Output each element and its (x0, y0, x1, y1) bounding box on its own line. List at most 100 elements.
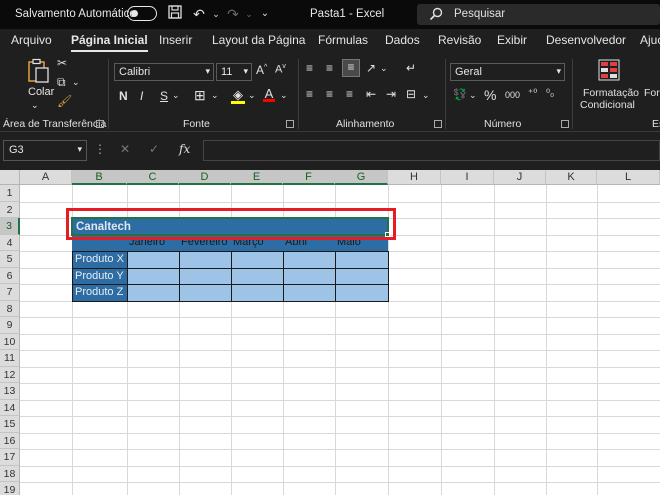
increase-font-icon[interactable]: A^ (256, 63, 267, 77)
table-data-cell[interactable] (179, 284, 232, 302)
row-header-11[interactable]: 11 (0, 350, 20, 367)
cut-icon[interactable]: ✂ (57, 56, 67, 70)
search-box[interactable]: Pesquisar (417, 4, 660, 25)
currency-dropdown-icon[interactable]: ⌄ (469, 90, 477, 101)
row-header-16[interactable]: 16 (0, 432, 20, 449)
tab-pagina-inicial[interactable]: Página Inicial (71, 33, 148, 52)
column-header-b[interactable]: B (72, 170, 127, 185)
fill-color-icon[interactable]: ◈ (231, 87, 245, 104)
orientation-icon[interactable]: ↗ (366, 61, 376, 75)
format-painter-icon[interactable]: 🖌 (57, 94, 72, 108)
column-header-f[interactable]: F (283, 170, 335, 185)
insert-function-button[interactable]: fx (179, 142, 190, 156)
align-bottom-icon[interactable]: ≡ (342, 59, 360, 77)
align-right-icon[interactable]: ≡ (346, 87, 353, 101)
font-size-select[interactable]: 11 ▾ (216, 63, 252, 81)
tab-revisao[interactable]: Revisão (438, 33, 481, 47)
column-header-l[interactable]: L (597, 170, 660, 185)
select-all-corner[interactable] (0, 170, 20, 185)
increase-indent-icon[interactable]: ⇥ (386, 87, 396, 101)
tab-layout-da-pagina[interactable]: Layout da Página (212, 33, 305, 47)
table-data-cell[interactable] (231, 267, 284, 285)
table-row-label[interactable]: Produto Y (72, 267, 128, 285)
number-format-select[interactable]: Geral ▾ (450, 63, 565, 81)
merge-center-icon[interactable]: ⊟ (406, 87, 416, 101)
tab-inserir[interactable]: Inserir (159, 33, 192, 47)
more-options-icon[interactable]: ⋮ (94, 142, 106, 156)
underline-button[interactable]: S (160, 89, 168, 103)
row-header-1[interactable]: 1 (0, 185, 20, 202)
row-header-15[interactable]: 15 (0, 416, 20, 433)
paste-label[interactable]: Colar (28, 86, 54, 98)
tab-ajuda[interactable]: Ajuc (640, 33, 660, 47)
align-left-icon[interactable]: ≡ (306, 87, 313, 101)
column-header-i[interactable]: I (441, 170, 494, 185)
table-data-cell[interactable] (231, 284, 284, 302)
tab-arquivo[interactable]: Arquivo (11, 33, 52, 47)
copy-icon[interactable]: ⧉ (57, 75, 66, 90)
conditional-formatting-label-1[interactable]: Formatação (583, 87, 639, 99)
italic-button[interactable]: I (140, 89, 143, 103)
row-header-12[interactable]: 12 (0, 366, 20, 383)
paste-dropdown-icon[interactable]: ⌄ (31, 100, 39, 111)
underline-dropdown-icon[interactable]: ⌄ (172, 90, 180, 101)
row-header-9[interactable]: 9 (0, 317, 20, 334)
format-as-table-label[interactable]: For (644, 87, 660, 99)
align-top-icon[interactable]: ≡ (306, 61, 313, 75)
table-data-cell[interactable] (127, 267, 180, 285)
paste-icon[interactable] (27, 58, 51, 84)
row-header-17[interactable]: 17 (0, 449, 20, 466)
column-header-j[interactable]: J (494, 170, 546, 185)
table-data-cell[interactable] (231, 251, 284, 269)
undo-dropdown-icon[interactable]: ⌄ (207, 5, 225, 23)
worksheet-grid[interactable]: A B C D E F G H I J K L 1 2 3 4 5 6 7 8 9 10 11 12 13 14 15 16 17 18 1… (0, 170, 660, 495)
table-data-cell[interactable] (127, 284, 180, 302)
decrease-indent-icon[interactable]: ⇤ (366, 87, 376, 101)
table-data-cell[interactable] (283, 267, 336, 285)
table-data-cell[interactable] (283, 284, 336, 302)
row-header-18[interactable]: 18 (0, 465, 20, 482)
row-header-5[interactable]: 5 (0, 251, 20, 268)
cancel-icon[interactable]: ✕ (120, 142, 130, 156)
row-header-3[interactable]: 3 (0, 218, 20, 235)
fill-color-dropdown-icon[interactable]: ⌄ (248, 90, 256, 101)
wrap-text-icon[interactable]: ↵ (406, 61, 416, 75)
autosave-toggle[interactable] (127, 6, 157, 21)
font-launcher-icon[interactable] (286, 120, 294, 128)
table-data-cell[interactable] (179, 267, 232, 285)
table-data-cell[interactable] (127, 251, 180, 269)
row-header-10[interactable]: 10 (0, 333, 20, 350)
merge-dropdown-icon[interactable]: ⌄ (422, 90, 430, 101)
bold-button[interactable]: N (119, 89, 128, 103)
column-header-g[interactable]: G (335, 170, 388, 185)
formula-input[interactable] (203, 140, 660, 161)
row-header-8[interactable]: 8 (0, 300, 20, 317)
borders-icon[interactable]: ⊞ (194, 87, 206, 104)
name-box[interactable]: G3 ▾ (3, 140, 87, 161)
column-header-d[interactable]: D (179, 170, 231, 185)
row-header-13[interactable]: 13 (0, 383, 20, 400)
align-middle-icon[interactable]: ≡ (326, 61, 333, 75)
tab-formulas[interactable]: Fórmulas (318, 33, 368, 47)
row-header-6[interactable]: 6 (0, 267, 20, 284)
orientation-dropdown-icon[interactable]: ⌄ (380, 63, 388, 74)
column-header-c[interactable]: C (127, 170, 179, 185)
decrease-decimal-icon[interactable]: ⁰₀ (546, 88, 554, 99)
table-data-cell[interactable] (335, 267, 389, 285)
table-data-cell[interactable] (179, 251, 232, 269)
clipboard-launcher-icon[interactable] (96, 120, 104, 128)
percent-style-button[interactable]: % (484, 87, 496, 103)
row-header-2[interactable]: 2 (0, 201, 20, 218)
enter-icon[interactable]: ✓ (149, 142, 159, 156)
copy-dropdown-icon[interactable]: ⌄ (72, 77, 80, 88)
alignment-launcher-icon[interactable] (434, 120, 442, 128)
table-row-label[interactable]: Produto X (72, 251, 128, 269)
customize-toolbar-icon[interactable]: ⌄ (256, 5, 274, 23)
font-color-dropdown-icon[interactable]: ⌄ (280, 90, 288, 101)
tab-dados[interactable]: Dados (385, 33, 420, 47)
increase-decimal-icon[interactable]: ⁺⁰ (528, 88, 537, 99)
borders-dropdown-icon[interactable]: ⌄ (211, 90, 219, 101)
row-header-7[interactable]: 7 (0, 284, 20, 301)
save-icon[interactable] (166, 5, 184, 23)
align-center-icon[interactable]: ≡ (326, 87, 333, 101)
